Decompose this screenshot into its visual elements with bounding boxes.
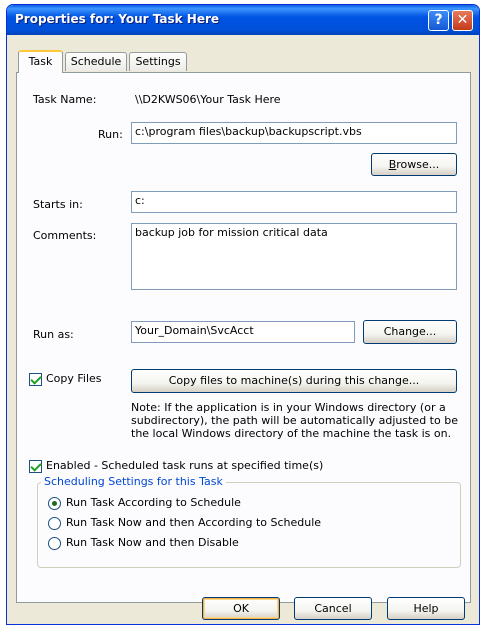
run-as-label: Run as: <box>33 328 74 341</box>
ok-button-label: OK <box>233 602 249 615</box>
run-label: Run: <box>98 128 123 141</box>
radio-run-now-then-disable[interactable] <box>48 537 61 550</box>
help-button-label: Help <box>413 602 439 615</box>
close-icon[interactable]: ✕ <box>452 10 473 31</box>
task-name-value: \\D2KWS06\Your Task Here <box>135 93 281 106</box>
run-path-input[interactable]: c:\program files\backup\backupscript.vbs <box>131 122 457 144</box>
tab-settings-label: Settings <box>135 55 181 68</box>
help-icon[interactable]: ? <box>428 10 449 31</box>
radio-run-according-schedule-label: Run Task According to Schedule <box>66 496 241 509</box>
enabled-label: Enabled - Scheduled task runs at specifi… <box>46 459 324 472</box>
copy-files-button[interactable]: Copy files to machine(s) during this cha… <box>131 369 457 393</box>
starts-in-label: Starts in: <box>33 198 83 211</box>
browse-button-label: Browse... <box>388 158 440 171</box>
properties-dialog: Properties for: Your Task Here ? ✕ Task … <box>6 4 480 625</box>
task-name-label: Task Name: <box>33 93 97 106</box>
ok-button[interactable]: OK <box>202 597 280 620</box>
tab-settings[interactable]: Settings <box>129 52 187 71</box>
browse-button[interactable]: Browse... <box>371 153 457 176</box>
enabled-checkbox[interactable] <box>29 460 42 473</box>
comments-value: backup job for mission critical data <box>135 226 328 239</box>
starts-in-value: c: <box>135 194 145 207</box>
tab-task[interactable]: Task <box>18 50 63 73</box>
tab-schedule[interactable]: Schedule <box>65 52 127 71</box>
window-title: Properties for: Your Task Here <box>15 12 220 26</box>
scheduling-legend: Scheduling Settings for this Task <box>41 475 226 488</box>
run-path-value: c:\program files\backup\backupscript.vbs <box>135 125 362 138</box>
run-as-input[interactable]: Your_Domain\SvcAcct <box>131 321 355 343</box>
comments-label: Comments: <box>33 229 97 242</box>
tab-task-label: Task <box>28 55 53 68</box>
tab-schedule-label: Schedule <box>70 55 122 68</box>
help-button[interactable]: Help <box>387 597 465 620</box>
title-bar[interactable]: Properties for: Your Task Here ? ✕ <box>7 5 479 35</box>
copy-files-label: Copy Files <box>46 372 102 385</box>
change-button-label: Change... <box>383 325 437 338</box>
radio-run-now-then-schedule[interactable] <box>48 517 61 530</box>
copy-files-button-label: Copy files to machine(s) during this cha… <box>168 374 420 387</box>
cancel-button[interactable]: Cancel <box>294 597 372 620</box>
change-button[interactable]: Change... <box>363 320 457 344</box>
run-as-value: Your_Domain\SvcAcct <box>135 324 254 337</box>
path-note: Note: If the application is in your Wind… <box>131 401 458 440</box>
starts-in-input[interactable]: c: <box>131 191 457 213</box>
radio-run-now-then-schedule-label: Run Task Now and then According to Sched… <box>66 516 322 529</box>
comments-textarea[interactable]: backup job for mission critical data <box>131 223 457 290</box>
radio-run-now-then-disable-label: Run Task Now and then Disable <box>66 536 239 549</box>
cancel-button-label: Cancel <box>314 602 352 615</box>
copy-files-checkbox[interactable] <box>29 373 42 386</box>
radio-run-according-schedule[interactable] <box>48 497 61 510</box>
